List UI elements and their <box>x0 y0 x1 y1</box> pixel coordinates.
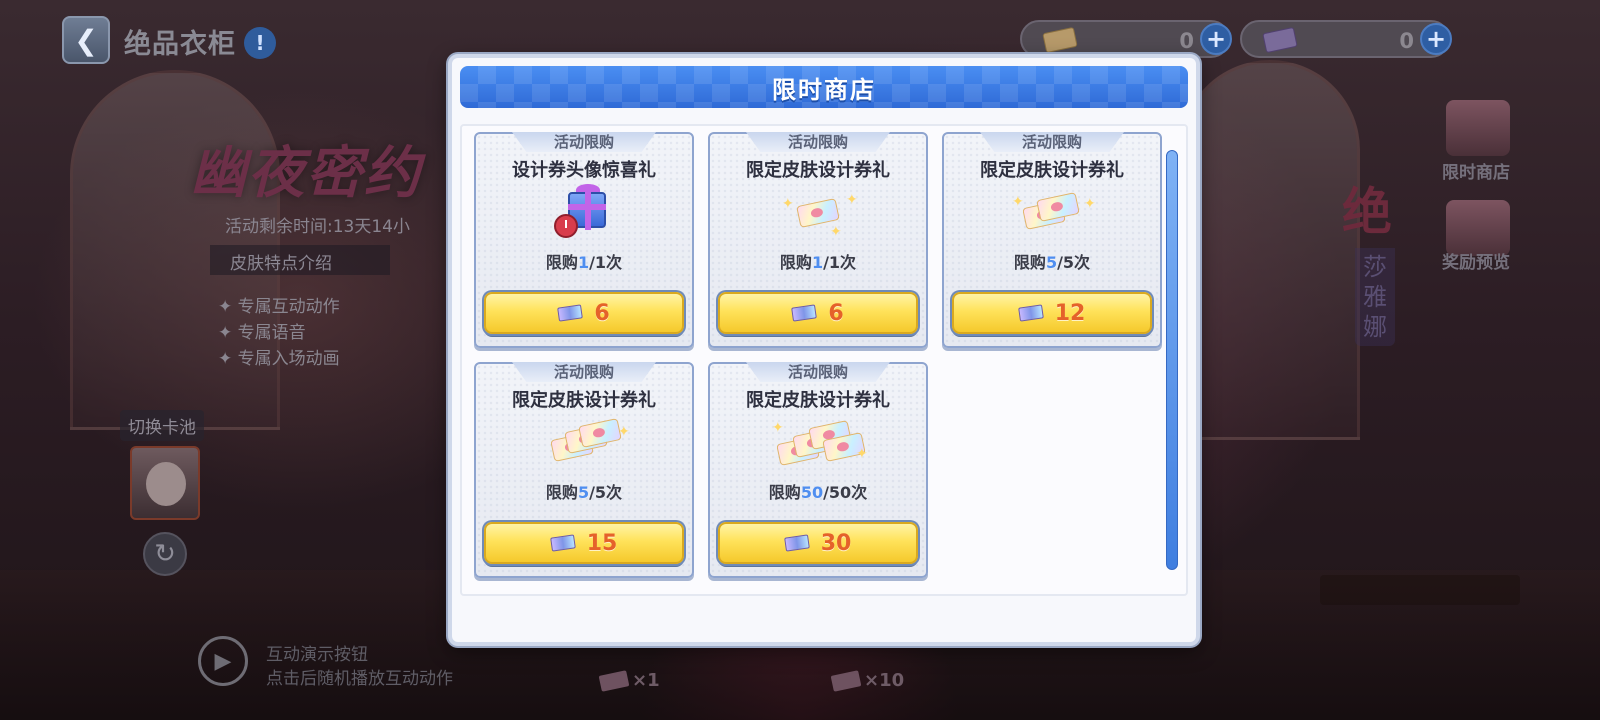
shop-item-card[interactable]: 活动限购 限定皮肤设计券礼 ✦ ✦ 限购50/50次 30 <box>708 362 928 578</box>
purchase-limit: 限购5/5次 <box>1013 253 1091 272</box>
draw-once-label: ×1 <box>632 670 660 691</box>
add-currency-button[interactable]: + <box>1200 23 1232 55</box>
shop-icon[interactable] <box>1446 100 1510 156</box>
limited-tag: 活动限购 <box>746 362 890 382</box>
demo-hint: 点击后随机播放互动动作 <box>266 669 453 689</box>
ticket-icon: ✦ ✦ ✦ <box>782 192 858 240</box>
ticket-icon <box>830 670 862 692</box>
tickets-stack-icon: ✦ <box>534 416 634 472</box>
currency-skin-ticket: 0 + <box>1020 20 1232 58</box>
currency-value: 0 <box>1179 29 1194 53</box>
pool-card[interactable] <box>130 446 200 520</box>
currency-design-ticket: 0 + <box>1240 20 1452 58</box>
ticket-icon <box>598 670 630 692</box>
purchase-limit: 限购50/50次 <box>768 483 868 502</box>
reward-preview-label: 奖励预览 <box>1442 253 1510 273</box>
info-icon[interactable]: ! <box>244 27 276 59</box>
back-button[interactable]: ❮ <box>62 16 110 64</box>
chevron-left-icon: ❮ <box>74 23 98 57</box>
demo-label: 互动演示按钮 <box>266 645 368 665</box>
page-title: 绝品衣柜 <box>124 29 236 60</box>
buy-button[interactable]: 30 <box>718 522 918 564</box>
play-icon[interactable]: ▶ <box>198 636 248 686</box>
item-name: 设计券头像惊喜礼 <box>512 160 656 181</box>
draw-once-button[interactable]: ×1 <box>598 670 660 692</box>
shop-item-card[interactable]: 活动限购 限定皮肤设计券礼 ✦ 限购5/5次 15 <box>474 362 694 578</box>
purchase-limit: 限购1/1次 <box>545 253 623 272</box>
gift-box-icon <box>534 184 634 242</box>
buy-button[interactable]: 15 <box>484 522 684 564</box>
item-price: 30 <box>820 530 852 556</box>
item-name: 限定皮肤设计券礼 <box>980 160 1124 181</box>
purchase-limit: 限购1/1次 <box>779 253 857 272</box>
feature-item: ✦ 专属互动动作 <box>218 297 340 317</box>
event-time-remaining: 活动剩余时间:13天14小 <box>225 217 410 237</box>
item-price: 6 <box>828 300 844 326</box>
window-arch-right <box>1180 60 1360 440</box>
event-title: 幽夜密约 <box>190 141 422 206</box>
tickets-stack-icon: ✦ ✦ <box>1002 186 1102 242</box>
draw-ten-button[interactable]: ×10 <box>830 670 905 692</box>
limited-shop-modal: 限时商店 活动限购 设计券头像惊喜礼 限购1/1次 6 活动限购 限定皮肤设计券… <box>448 54 1200 646</box>
design-ticket-icon <box>557 304 584 322</box>
switch-pool-label: 切换卡池 <box>120 410 204 441</box>
add-currency-button[interactable]: + <box>1420 23 1452 55</box>
design-ticket-icon <box>1017 304 1044 322</box>
buy-button[interactable]: 6 <box>718 292 918 334</box>
shop-item-grid[interactable]: 活动限购 设计券头像惊喜礼 限购1/1次 6 活动限购 限定皮肤设计券礼 ✦ ✦… <box>460 124 1188 596</box>
refresh-icon[interactable]: ↻ <box>143 532 187 576</box>
purchase-limit: 限购5/5次 <box>545 483 623 502</box>
item-name: 限定皮肤设计券礼 <box>746 160 890 181</box>
modal-header: 限时商店 <box>460 66 1188 108</box>
design-ticket-icon <box>791 304 818 322</box>
design-ticket-icon <box>783 534 810 552</box>
shop-label: 限时商店 <box>1442 163 1510 183</box>
skin-ticket-icon <box>1042 26 1078 54</box>
limited-tag: 活动限购 <box>746 132 890 152</box>
buy-button[interactable]: 6 <box>484 292 684 334</box>
tickets-pile-icon: ✦ ✦ <box>768 416 868 472</box>
feature-heading: 皮肤特点介绍 <box>210 245 390 275</box>
shop-item-card[interactable]: 活动限购 限定皮肤设计券礼 ✦ ✦ 限购5/5次 12 <box>942 132 1162 348</box>
feature-item: ✦ 专属入场动画 <box>218 349 340 369</box>
avatar <box>146 462 186 506</box>
item-name: 限定皮肤设计券礼 <box>746 390 890 411</box>
item-price: 15 <box>586 530 618 556</box>
shop-item-card[interactable]: 活动限购 限定皮肤设计券礼 ✦ ✦ ✦ 限购1/1次 6 <box>708 132 928 348</box>
currency-value: 0 <box>1399 29 1414 53</box>
item-price: 12 <box>1054 300 1086 326</box>
limited-tag: 活动限购 <box>512 362 656 382</box>
character-name: 莎雅娜 <box>1355 248 1395 346</box>
draw-ten-label: ×10 <box>864 670 905 691</box>
limited-tag: 活动限购 <box>980 132 1124 152</box>
item-name: 限定皮肤设计券礼 <box>512 390 656 411</box>
feature-item: ✦ 专属语音 <box>218 323 306 343</box>
design-ticket-icon <box>549 534 576 552</box>
modal-title: 限时商店 <box>772 75 876 104</box>
limited-tag: 活动限购 <box>512 132 656 152</box>
scrollbar[interactable] <box>1166 150 1178 570</box>
design-ticket-icon <box>1262 26 1298 54</box>
rarity-badge: 绝 <box>1342 183 1392 241</box>
shop-item-card[interactable]: 活动限购 设计券头像惊喜礼 限购1/1次 6 <box>474 132 694 348</box>
item-price: 6 <box>594 300 610 326</box>
buy-button[interactable]: 12 <box>952 292 1152 334</box>
